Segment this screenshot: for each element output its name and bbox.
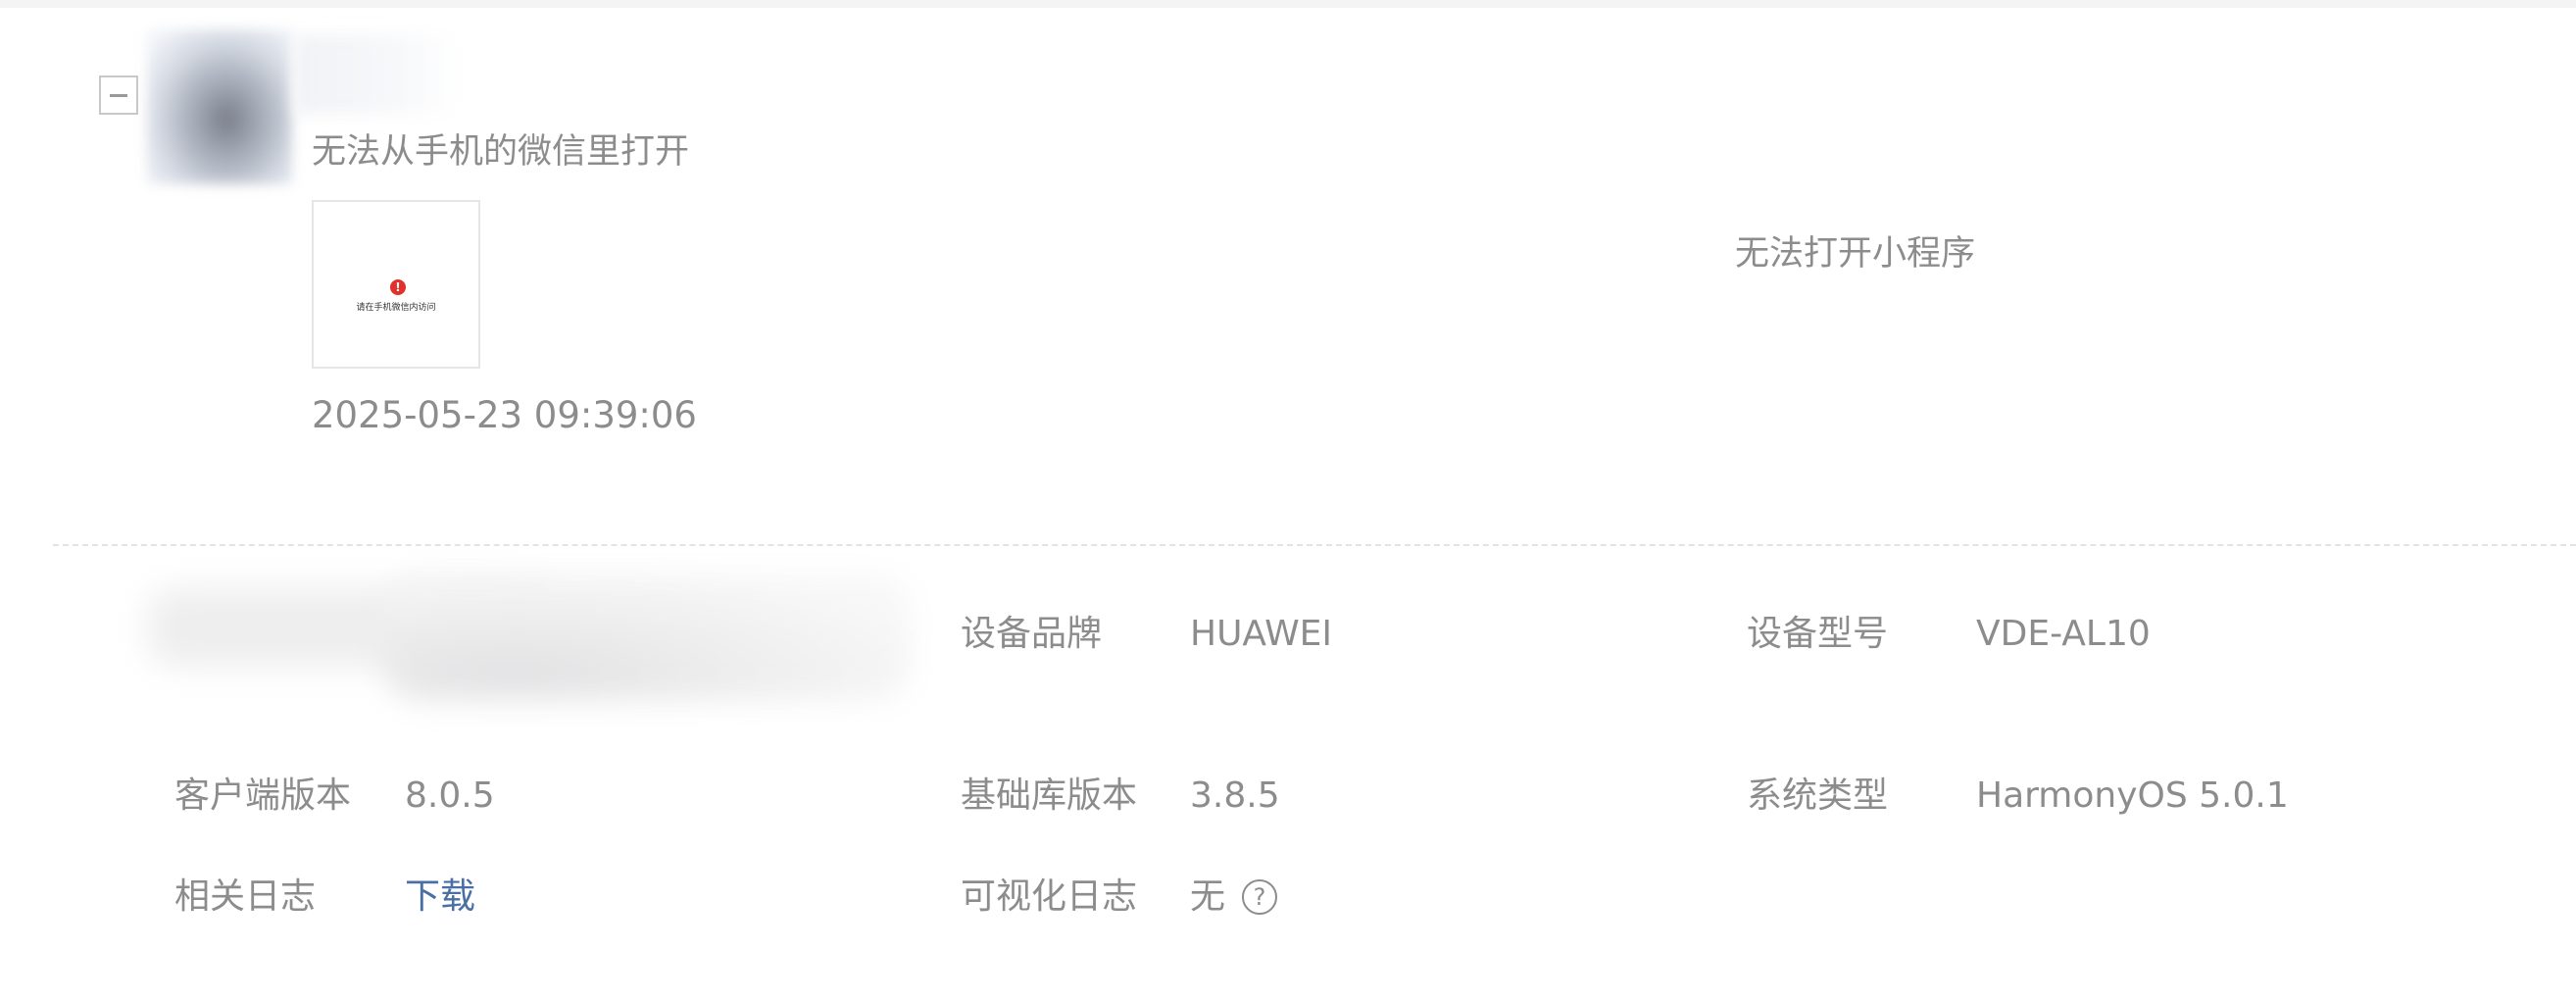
download-logs-link[interactable]: 下载 xyxy=(405,875,475,920)
feedback-timestamp: 2025-05-23 09:39:06 xyxy=(312,394,697,436)
user-name-redacted xyxy=(294,35,463,114)
feedback-screenshot-thumbnail[interactable]: ! 请在手机微信内访问 xyxy=(312,200,480,369)
error-icon: ! xyxy=(390,279,406,295)
minus-bar xyxy=(110,94,127,97)
feedback-detail-page: 无法从手机的微信里打开 ! 请在手机微信内访问 2025-05-23 09:39… xyxy=(0,0,2576,1000)
os-type-label: 系统类型 xyxy=(1747,775,1889,816)
client-version-label: 客户端版本 xyxy=(174,775,352,816)
os-type-value: HarmonyOS 5.0.1 xyxy=(1976,775,2289,816)
feedback-category: 无法打开小程序 xyxy=(1735,234,1976,274)
base-lib-version-value: 3.8.5 xyxy=(1190,775,1280,816)
device-brand-label: 设备品牌 xyxy=(961,614,1103,654)
related-logs-label: 相关日志 xyxy=(174,876,317,917)
help-icon[interactable]: ? xyxy=(1242,879,1277,915)
feedback-title: 无法从手机的微信里打开 xyxy=(312,132,690,172)
visual-logs-value: 无 xyxy=(1190,876,1226,917)
base-lib-version-label: 基础库版本 xyxy=(961,775,1138,816)
device-brand-value: HUAWEI xyxy=(1190,614,1333,654)
redacted-info-2 xyxy=(382,574,912,701)
client-version-value: 8.0.5 xyxy=(405,775,495,816)
top-separator xyxy=(0,0,2576,8)
screenshot-caption: 请在手机微信内访问 xyxy=(356,303,436,313)
device-model-label: 设备型号 xyxy=(1747,614,1889,654)
user-avatar xyxy=(147,29,292,184)
dashed-divider xyxy=(53,544,2576,546)
device-model-value: VDE-AL10 xyxy=(1976,614,2151,654)
visual-logs-label: 可视化日志 xyxy=(961,876,1138,917)
collapse-icon[interactable] xyxy=(99,75,138,115)
